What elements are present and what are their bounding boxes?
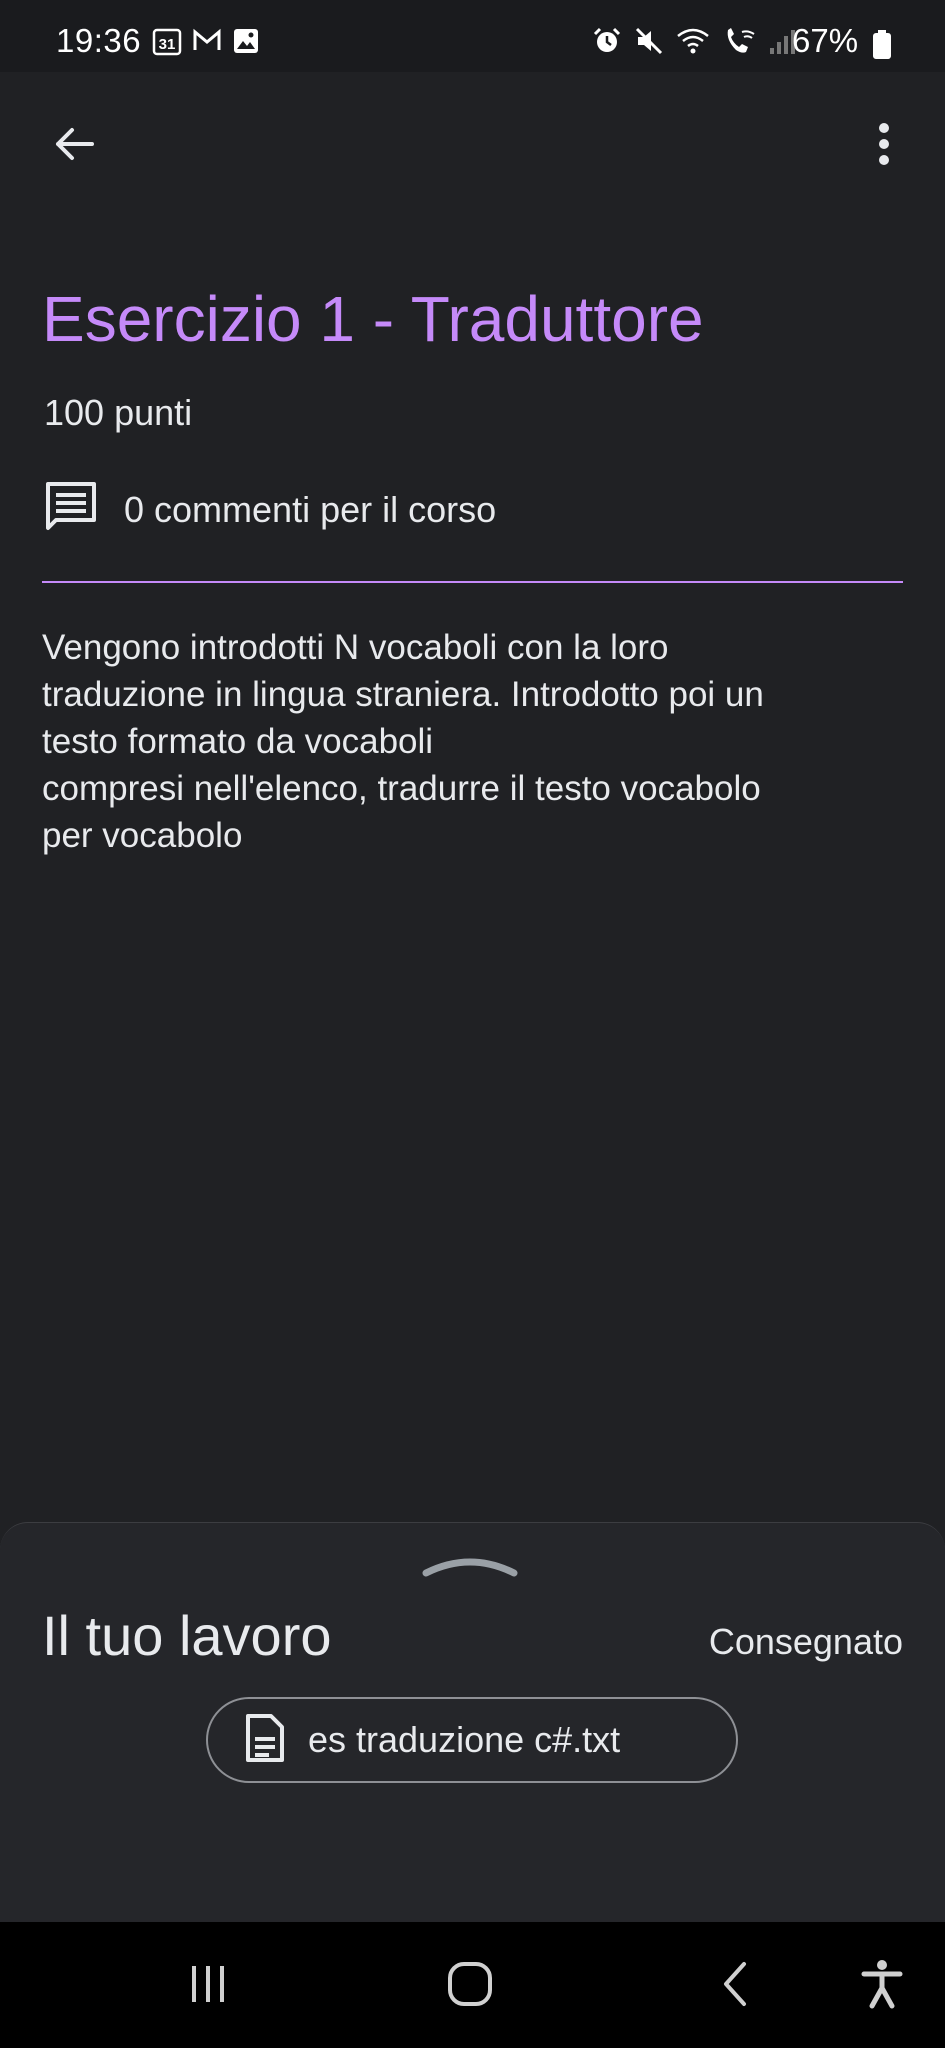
- battery-percent: 67%: [792, 22, 859, 59]
- recent-apps-icon: [186, 1962, 230, 2011]
- app-bar: [0, 72, 945, 212]
- calendar-icon: 31: [152, 26, 182, 61]
- calendar-day: 31: [159, 36, 176, 53]
- gallery-icon: [232, 27, 260, 60]
- wifi-icon: [676, 26, 710, 61]
- assignment-points: 100 punti: [44, 392, 193, 433]
- attachment-chip[interactable]: es traduzione c#.txt: [206, 1697, 738, 1783]
- arrow-back-icon: [50, 120, 98, 173]
- back-button[interactable]: [40, 112, 108, 180]
- assignment-description: Vengono introdotti N vocaboli con la lor…: [42, 628, 764, 855]
- accessibility-button[interactable]: [852, 1958, 912, 2014]
- comments-label: 0 commenti per il corso: [124, 488, 497, 530]
- wifi-calling-icon: [722, 26, 756, 61]
- system-navigation-bar: [0, 1922, 945, 2048]
- mute-icon: [634, 26, 664, 61]
- your-work-sheet[interactable]: Il tuo lavoro Consegnato es traduzione c…: [0, 1522, 945, 1923]
- system-icons: [592, 26, 796, 61]
- home-button[interactable]: [440, 1958, 500, 2014]
- gmail-icon: [192, 26, 222, 61]
- more-options-button[interactable]: [850, 112, 918, 180]
- alarm-icon: [592, 26, 622, 61]
- comment-icon: [44, 480, 98, 539]
- home-icon: [446, 1960, 494, 2013]
- attachment-name: es traduzione c#.txt: [308, 1719, 621, 1760]
- document-icon: [244, 1713, 286, 1768]
- more-vert-icon: [874, 120, 894, 173]
- assignment-title: Esercizio 1 - Traduttore: [42, 283, 704, 355]
- submission-status: Consegnato: [708, 1621, 903, 1662]
- your-work-title: Il tuo lavoro: [42, 1604, 332, 1667]
- notification-icons: 31: [152, 26, 260, 61]
- system-back-button[interactable]: [706, 1958, 766, 2014]
- section-divider: [42, 581, 903, 583]
- class-comments-link[interactable]: 0 commenti per il corso: [44, 480, 496, 539]
- recent-apps-button[interactable]: [178, 1958, 238, 2014]
- status-bar: 19:36 31 67%: [0, 0, 945, 72]
- drag-handle[interactable]: [420, 1551, 520, 1586]
- back-icon: [714, 1960, 758, 2013]
- accessibility-icon: [860, 1959, 904, 2014]
- battery-icon: [872, 30, 892, 65]
- status-time: 19:36: [56, 22, 142, 59]
